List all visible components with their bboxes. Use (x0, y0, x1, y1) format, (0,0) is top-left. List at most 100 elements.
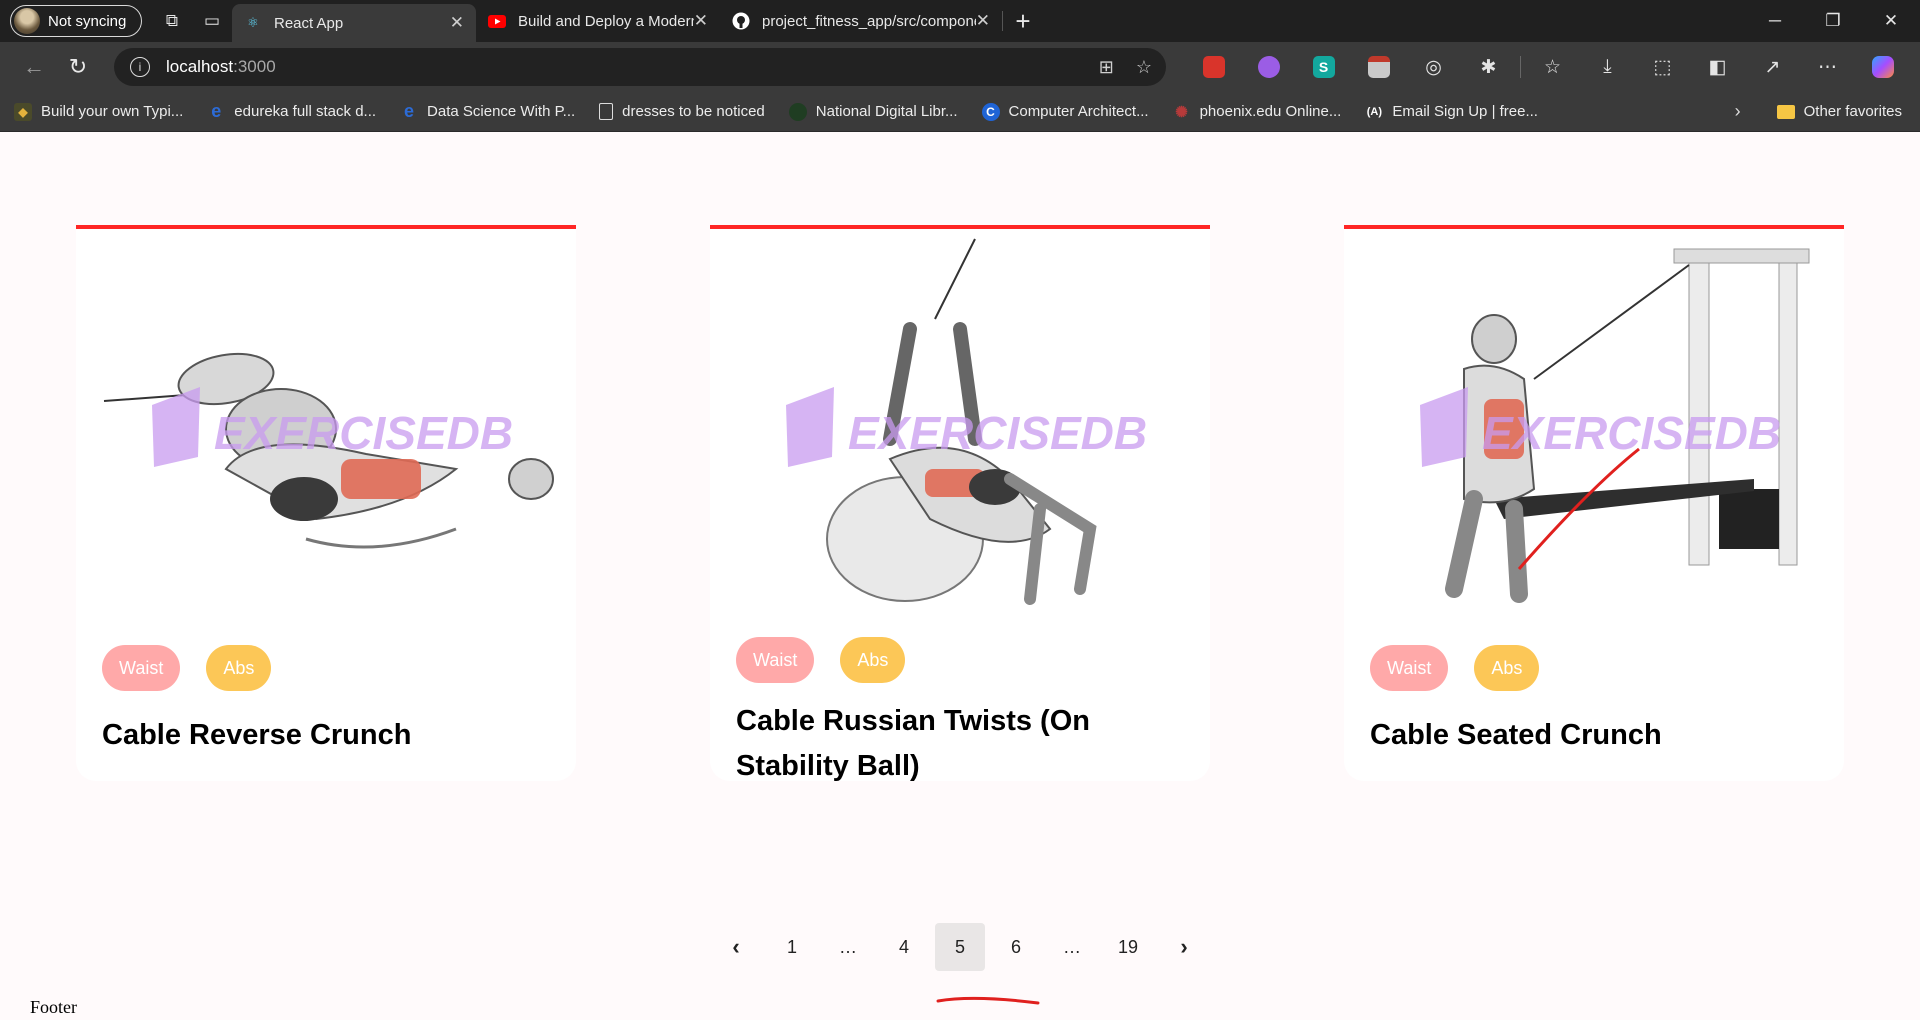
tab-react-app[interactable]: ⚛ React App ✕ (232, 4, 476, 42)
close-window-icon[interactable]: ✕ (1862, 0, 1920, 42)
favorites-icon[interactable]: ☆ (1525, 47, 1580, 87)
exercise-card[interactable]: EXERCISEDB Waist Abs Cable Seated Crunch (1344, 225, 1844, 781)
bookmark-item[interactable]: C Computer Architect... (981, 102, 1149, 121)
address-bar[interactable]: i localhost:3000 ⊞ ☆ (114, 48, 1166, 86)
tab-title: Build and Deploy a Modern React (518, 12, 694, 30)
bookmark-item[interactable]: ◆ Build your own Typi... (14, 102, 184, 121)
downloads-icon[interactable]: ⤓ (1580, 47, 1635, 87)
tab-bar: Not syncing ⧉ ▭ ⚛ React App ✕ Build and … (0, 0, 1920, 42)
other-favorites[interactable]: Other favorites (1804, 103, 1902, 120)
github-icon (732, 12, 750, 30)
react-icon: ⚛ (247, 15, 259, 30)
extension-s-icon[interactable]: S (1296, 47, 1351, 87)
app-available-icon[interactable]: ⊞ (1099, 57, 1114, 78)
extension-calendar-icon[interactable] (1351, 47, 1406, 87)
folder-icon (1776, 104, 1795, 119)
svg-text:EXERCISEDB: EXERCISEDB (1482, 407, 1781, 459)
tab-youtube[interactable]: Build and Deploy a Modern React ✕ (476, 0, 720, 42)
close-icon[interactable]: ✕ (976, 11, 990, 31)
extension-red-icon[interactable] (1186, 47, 1241, 87)
share-icon[interactable]: ↗ (1745, 47, 1800, 87)
page-button[interactable]: 4 (879, 923, 929, 971)
previous-page-chevron-icon[interactable]: ‹ (711, 923, 761, 971)
exercise-card[interactable]: EXERCISEDB Waist Abs Cable Russian Twist… (710, 225, 1210, 782)
screenshot-icon[interactable]: ⬚ (1635, 47, 1690, 87)
workspaces-icon[interactable]: ⧉ (152, 5, 192, 37)
bookmarks-overflow-chevron-icon[interactable]: › (1713, 101, 1763, 122)
app-page: EXERCISEDB Waist Abs Cable Reverse Crunc… (0, 133, 1920, 1020)
page-button-selected[interactable]: 5 (935, 923, 985, 971)
restore-icon[interactable]: ❐ (1804, 0, 1862, 42)
edureka-icon: e (404, 101, 415, 121)
bookmarks-bar: ◆ Build your own Typi... e edureka full … (0, 92, 1920, 132)
body-part-tag[interactable]: Waist (1370, 645, 1449, 691)
exercise-card[interactable]: EXERCISEDB Waist Abs Cable Reverse Crunc… (76, 225, 576, 781)
toolbar-divider (1520, 56, 1521, 78)
svg-text:EXERCISEDB: EXERCISEDB (214, 407, 513, 459)
extensions-bar: S ◎ ✱ ☆ ⤓ ⬚ ◧ ↗ ⋯ (1186, 47, 1910, 87)
page-button[interactable]: 1 (767, 923, 817, 971)
window-controls: ─ ❐ ✕ (1746, 0, 1920, 42)
address-host: localhost (166, 57, 234, 76)
close-icon[interactable]: ✕ (694, 11, 708, 31)
bookmark-label: edureka full stack d... (234, 103, 377, 120)
ndl-icon (788, 102, 807, 121)
next-page-chevron-icon[interactable]: › (1159, 923, 1209, 971)
exercise-tags: Waist Abs (1370, 645, 1540, 691)
angular-icon: (A) (1366, 105, 1382, 118)
bookmark-site-icon: ◆ (14, 102, 32, 121)
new-tab-icon[interactable]: + (1003, 6, 1043, 37)
close-icon[interactable]: ✕ (450, 13, 464, 33)
bookmark-item[interactable]: dresses to be noticed (599, 103, 765, 120)
edureka-icon: e (211, 101, 222, 121)
favorite-star-icon[interactable]: ☆ (1136, 57, 1152, 78)
copilot-icon[interactable] (1855, 47, 1910, 87)
bookmark-item[interactable]: e Data Science With P... (400, 101, 576, 121)
browser-toolbar: ← ↻ i localhost:3000 ⊞ ☆ S ◎ ✱ ☆ ⤓ ⬚ ◧ ↗… (0, 42, 1920, 92)
back-arrow-icon[interactable]: ← (12, 47, 56, 87)
exercise-gif: EXERCISEDB (1344, 229, 1844, 639)
youtube-icon (488, 12, 506, 30)
bookmark-item[interactable]: e edureka full stack d... (207, 101, 377, 121)
bookmark-item[interactable]: ✺ phoenix.edu Online... (1173, 103, 1342, 121)
target-tag[interactable]: Abs (206, 645, 272, 691)
bookmark-item[interactable]: (A) Email Sign Up | free... (1365, 103, 1538, 121)
more-menu-icon[interactable]: ⋯ (1800, 47, 1855, 87)
tab-github[interactable]: project_fitness_app/src/componen ✕ (720, 0, 1002, 42)
address-port: :3000 (233, 57, 276, 76)
page-ellipsis: … (839, 936, 857, 957)
pagination: ‹ 1 … 4 5 6 … 19 › (708, 923, 1212, 971)
bookmark-label: Build your own Typi... (41, 103, 184, 120)
extensions-puzzle-icon[interactable]: ✱ (1461, 47, 1516, 87)
page-button[interactable]: 19 (1103, 923, 1153, 971)
tab-title: React App (274, 14, 344, 32)
bookmark-item[interactable]: National Digital Libr... (788, 102, 958, 121)
profile-button[interactable]: Not syncing (10, 5, 142, 37)
split-screen-icon[interactable]: ◧ (1690, 47, 1745, 87)
target-tag[interactable]: Abs (1474, 645, 1540, 691)
exercise-name: Cable Seated Crunch (1370, 719, 1662, 751)
reload-icon[interactable]: ↻ (56, 47, 100, 87)
exercise-name: Cable Russian Twists (On Stability Ball) (736, 705, 1090, 782)
site-info-icon[interactable]: i (130, 57, 150, 77)
tab-actions-icon[interactable]: ▭ (192, 5, 232, 37)
exercise-name: Cable Reverse Crunch (102, 719, 412, 751)
avatar (14, 8, 40, 34)
page-button[interactable]: 6 (991, 923, 1041, 971)
bookmark-label: phoenix.edu Online... (1199, 103, 1342, 120)
body-part-tag[interactable]: Waist (736, 637, 815, 683)
coursera-icon: C (981, 102, 1000, 121)
phoenix-icon: ✺ (1175, 103, 1188, 121)
extension-target-icon[interactable]: ◎ (1406, 47, 1461, 87)
exercise-gif: EXERCISEDB (710, 229, 1210, 639)
extension-purple-icon[interactable] (1241, 47, 1296, 87)
bookmark-label: dresses to be noticed (622, 103, 765, 120)
bookmark-label: Data Science With P... (427, 103, 576, 120)
minimize-icon[interactable]: ─ (1746, 0, 1804, 42)
bookmark-label: National Digital Libr... (815, 103, 958, 120)
exercise-gif: EXERCISEDB (76, 229, 576, 639)
body-part-tag[interactable]: Waist (102, 645, 181, 691)
tab-title: project_fitness_app/src/componen (762, 12, 976, 30)
page-icon (599, 103, 614, 120)
target-tag[interactable]: Abs (840, 637, 906, 683)
